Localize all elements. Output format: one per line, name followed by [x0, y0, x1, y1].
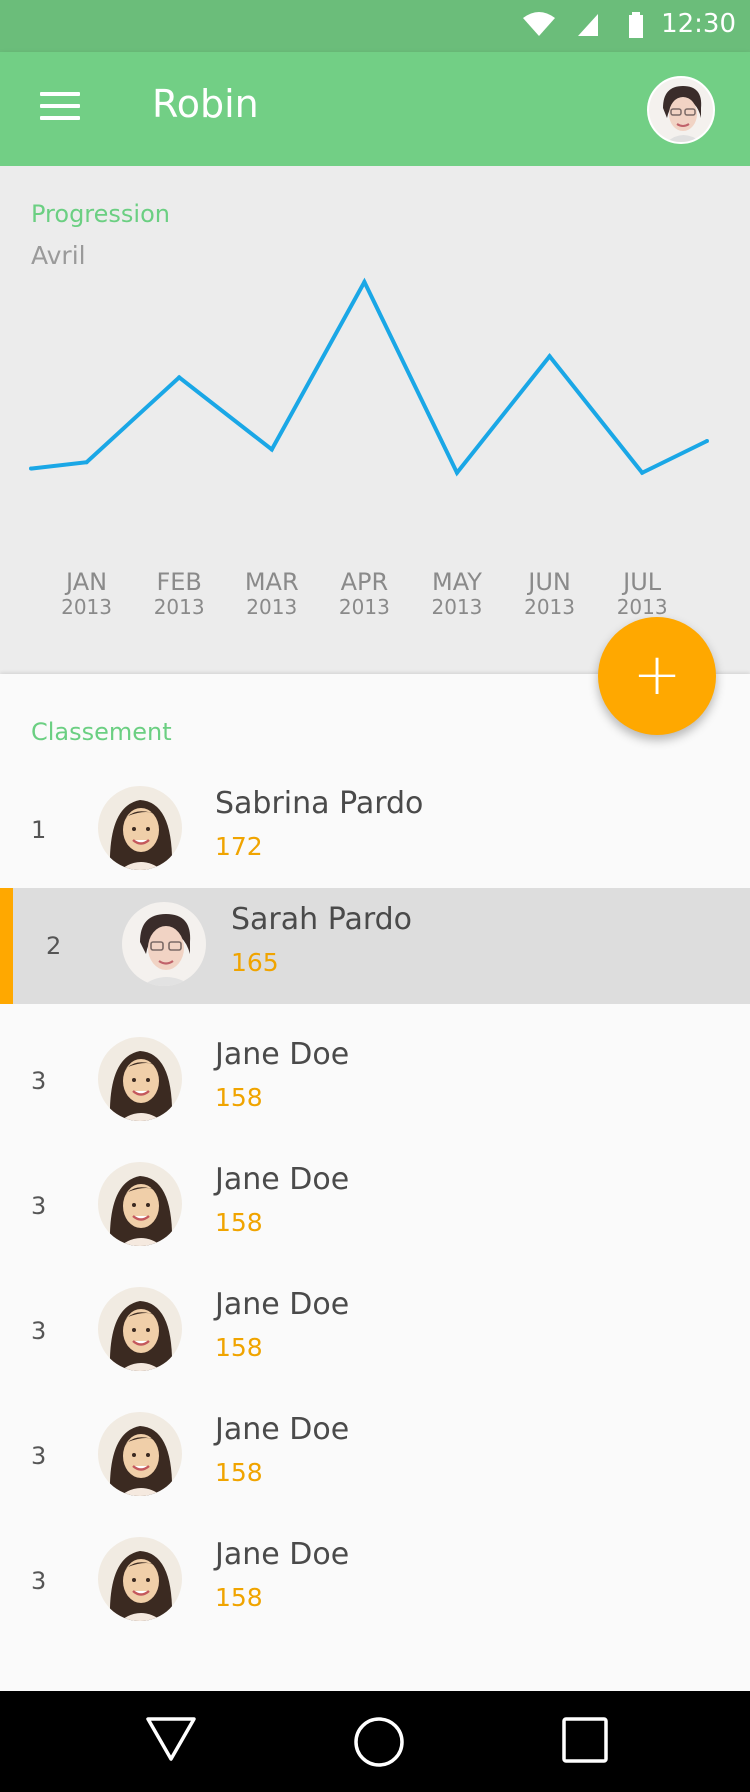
data-point	[704, 439, 709, 443]
signal-icon	[578, 14, 598, 36]
data-point	[84, 460, 89, 465]
status-bar: 12:30	[0, 0, 750, 52]
rank-number: 3	[31, 1192, 47, 1220]
leaderboard-row[interactable]: 3 Jane Doe 158	[0, 1398, 750, 1514]
player-name: Jane Doe	[215, 1162, 350, 1197]
profile-avatar[interactable]	[647, 76, 715, 144]
rank-number: 3	[31, 1567, 47, 1595]
leaderboard-title: Classement	[31, 718, 172, 746]
x-tick-label-year: 2013	[154, 595, 205, 619]
x-tick-label-month: APR	[341, 568, 389, 596]
leaderboard-row[interactable]: 2 Sarah Pardo 165	[0, 888, 750, 1004]
x-tick-label-month: JUL	[621, 568, 662, 596]
player-score: 158	[215, 1583, 263, 1612]
x-tick-label-month: JUN	[526, 568, 571, 596]
player-score: 158	[215, 1333, 263, 1362]
player-name: Jane Doe	[215, 1037, 350, 1072]
leaderboard-card: Classement 1 Sabrina Pardo 172 2 Sarah Pardo…	[0, 674, 750, 1691]
leaderboard-row[interactable]: 3 Jane Doe 158	[0, 1273, 750, 1389]
data-point	[547, 354, 552, 359]
x-tick-label-year: 2013	[524, 595, 575, 619]
data-point	[29, 466, 33, 471]
rank-number: 1	[31, 816, 47, 844]
player-name: Jane Doe	[215, 1287, 350, 1322]
battery-icon	[629, 12, 643, 38]
progression-chart: Progression Avril JAN 2013 FEB 2013 MAR 2013 A…	[0, 166, 750, 674]
data-point	[454, 470, 459, 475]
clock: 12:30	[661, 9, 736, 39]
line-chart: JAN2013FEB2013MAR2013APR2013MAY2013JUN20…	[29, 277, 709, 619]
add-fab-button[interactable]: +	[598, 617, 716, 735]
data-point	[177, 375, 182, 380]
rank-number: 2	[46, 932, 62, 960]
x-tick-label-month: MAY	[432, 568, 482, 596]
rank-number: 3	[31, 1442, 47, 1470]
x-tick-label-month: FEB	[156, 568, 201, 596]
glasses-avatar	[122, 902, 206, 986]
leaderboard-row[interactable]: 1 Sabrina Pardo 172	[0, 772, 750, 888]
wifi-icon	[523, 12, 555, 36]
leaderboard-row[interactable]: 3 Jane Doe 158	[0, 1523, 750, 1639]
selected-indicator	[0, 888, 13, 1004]
hamburger-menu-icon[interactable]	[40, 92, 80, 126]
data-point	[362, 280, 367, 284]
woman-avatar	[98, 786, 182, 870]
x-tick-label-year: 2013	[61, 595, 112, 619]
data-point	[269, 447, 274, 452]
player-score: 158	[215, 1083, 263, 1112]
system-nav-bar	[0, 1691, 750, 1792]
recents-square-icon[interactable]	[560, 1715, 610, 1765]
woman-avatar	[98, 1162, 182, 1246]
leaderboard-row[interactable]: 3 Jane Doe 158	[0, 1148, 750, 1264]
x-tick-label-year: 2013	[432, 595, 483, 619]
home-circle-icon[interactable]	[352, 1715, 406, 1769]
woman-avatar	[98, 1537, 182, 1621]
plus-icon: +	[632, 640, 682, 708]
x-tick-label-month: MAR	[245, 568, 299, 596]
rank-number: 3	[31, 1067, 47, 1095]
player-name: Jane Doe	[215, 1412, 350, 1447]
woman-avatar	[98, 1412, 182, 1496]
woman-avatar	[98, 1287, 182, 1371]
player-score: 172	[215, 832, 263, 861]
woman-avatar	[98, 1037, 182, 1121]
app-bar-title: Robin	[152, 82, 259, 126]
player-score: 158	[215, 1458, 263, 1487]
x-tick-label-year: 2013	[246, 595, 297, 619]
x-tick-label-month: JAN	[64, 568, 107, 596]
player-name: Sabrina Pardo	[215, 786, 424, 821]
x-tick-label-year: 2013	[339, 595, 390, 619]
player-score: 158	[215, 1208, 263, 1237]
series-line	[30, 277, 708, 477]
rank-number: 3	[31, 1317, 47, 1345]
data-point	[640, 470, 645, 475]
back-triangle-icon[interactable]	[144, 1715, 198, 1765]
player-name: Sarah Pardo	[231, 902, 413, 937]
leaderboard-row[interactable]: 3 Jane Doe 158	[0, 1023, 750, 1139]
x-tick-label-year: 2013	[617, 595, 668, 619]
app-bar: Robin	[0, 52, 750, 166]
player-score: 165	[231, 948, 279, 977]
player-name: Jane Doe	[215, 1537, 350, 1572]
